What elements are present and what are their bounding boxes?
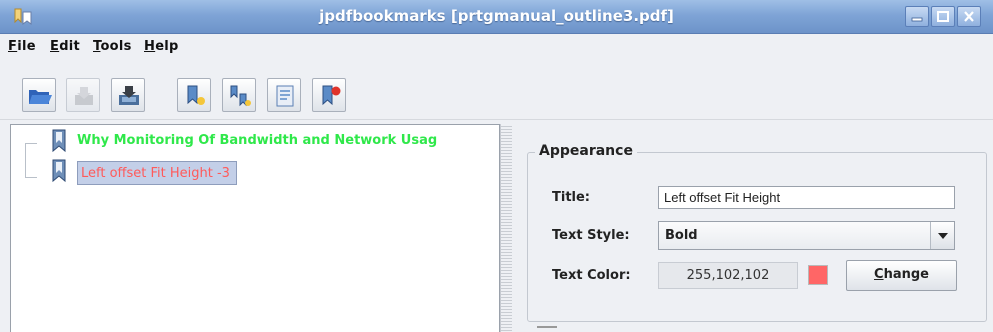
minimize-button[interactable]: [905, 6, 929, 27]
appearance-group-title: Appearance: [535, 143, 637, 159]
title-label: Title:: [552, 190, 591, 205]
text-color-label: Text Color:: [552, 268, 631, 283]
delete-bookmark-button[interactable]: [312, 78, 346, 112]
tree-connector: [25, 177, 37, 178]
panel-splitter[interactable]: [500, 124, 512, 332]
bookmark-icon: [51, 129, 67, 153]
save-button[interactable]: [66, 78, 100, 112]
menu-bar: File Edit Tools Help: [0, 34, 993, 60]
tree-node-label[interactable]: Why Monitoring Of Bandwidth and Network …: [77, 133, 437, 148]
partial-section-label: [537, 326, 557, 332]
text-style-label: Text Style:: [552, 228, 630, 243]
menu-tools[interactable]: Tools: [93, 39, 132, 54]
maximize-button[interactable]: [931, 6, 955, 27]
bookmark-icon: [51, 159, 67, 183]
text-style-value: Bold: [665, 228, 698, 243]
add-child-bookmark-button[interactable]: [222, 78, 256, 112]
edit-bookmark-button[interactable]: [267, 78, 301, 112]
text-style-select[interactable]: Bold: [658, 221, 955, 250]
window-title: jpdfbookmarks [prtgmanual_outline3.pdf]: [319, 7, 674, 25]
dropdown-arrow[interactable]: [930, 222, 954, 249]
tree-node-label-selected[interactable]: Left offset Fit Height -3: [77, 161, 237, 185]
color-swatch: [808, 265, 828, 285]
bookmark-tree[interactable]: Why Monitoring Of Bandwidth and Network …: [10, 124, 500, 332]
menu-edit[interactable]: Edit: [50, 39, 80, 54]
toolbar: [0, 60, 993, 120]
close-button[interactable]: [957, 6, 981, 27]
save-as-button[interactable]: [111, 78, 145, 112]
title-bar: jpdfbookmarks [prtgmanual_outline3.pdf]: [0, 0, 993, 34]
menu-file[interactable]: File: [8, 39, 36, 54]
title-input[interactable]: Left offset Fit Height: [658, 186, 955, 209]
open-file-button[interactable]: [22, 78, 56, 112]
menu-help[interactable]: Help: [144, 39, 179, 54]
change-color-button[interactable]: Change: [846, 260, 957, 291]
bookmark-properties-panel: Appearance Title: Left offset Fit Height…: [513, 124, 993, 332]
tree-connector: [25, 143, 37, 177]
add-bookmark-button[interactable]: [177, 78, 211, 112]
text-color-value: 255,102,102: [658, 262, 798, 289]
